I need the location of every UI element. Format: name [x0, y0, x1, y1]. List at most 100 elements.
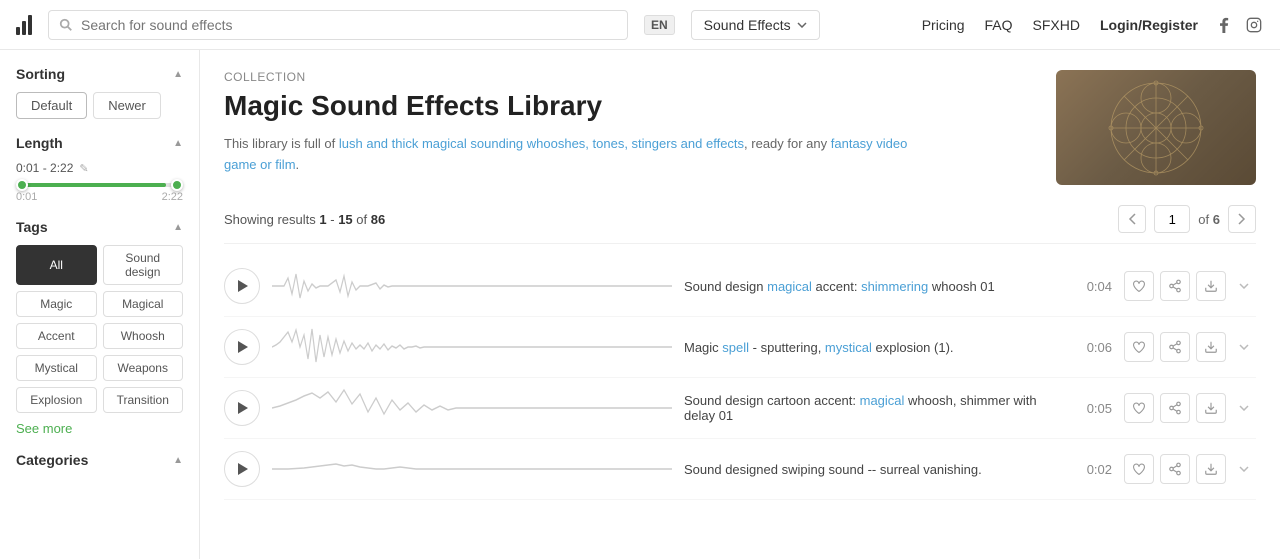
logo-bar-3 [28, 15, 32, 35]
slider-fill [16, 183, 166, 187]
page-of-text: of 6 [1198, 212, 1220, 227]
search-box[interactable] [48, 10, 628, 40]
categories-header[interactable]: Categories ▲ [16, 452, 183, 468]
highlight-mystical-2: mystical [825, 340, 872, 355]
tag-accent[interactable]: Accent [16, 323, 97, 349]
chevron-down-icon [797, 22, 807, 28]
favorite-button-2[interactable] [1124, 332, 1154, 362]
search-icon [59, 18, 73, 32]
header: EN Sound Effects Pricing FAQ SFXHD Login… [0, 0, 1280, 50]
tags-header[interactable]: Tags ▲ [16, 219, 183, 235]
tag-magical[interactable]: Magical [103, 291, 184, 317]
sound-actions-4 [1124, 454, 1256, 484]
sorting-header[interactable]: Sorting ▲ [16, 66, 183, 82]
waveform-4 [272, 449, 672, 489]
download-button-4[interactable] [1196, 454, 1226, 484]
nav-links: Pricing FAQ SFXHD Login/Register [922, 17, 1198, 33]
sound-actions-1 [1124, 271, 1256, 301]
sfxhd-link[interactable]: SFXHD [1033, 17, 1080, 33]
slider-max-label: 2:22 [162, 191, 183, 203]
search-input[interactable] [81, 17, 617, 33]
length-edit-icon[interactable]: ✎ [79, 162, 88, 175]
play-button-3[interactable] [224, 390, 260, 426]
play-button-2[interactable] [224, 329, 260, 365]
prev-page-button[interactable] [1118, 205, 1146, 233]
tag-transition[interactable]: Transition [103, 387, 184, 413]
play-button-4[interactable] [224, 451, 260, 487]
highlight-spell-2: spell [722, 340, 749, 355]
favorite-button-1[interactable] [1124, 271, 1154, 301]
download-button-3[interactable] [1196, 393, 1226, 423]
play-button-1[interactable] [224, 268, 260, 304]
logo-bar-2 [22, 21, 26, 35]
collection-label: Collection [224, 70, 1032, 84]
tag-mystical[interactable]: Mystical [16, 355, 97, 381]
sound-actions-3 [1124, 393, 1256, 423]
lang-badge[interactable]: EN [644, 15, 675, 35]
share-button-4[interactable] [1160, 454, 1190, 484]
categories-title: Categories [16, 452, 88, 468]
favorite-button-4[interactable] [1124, 454, 1154, 484]
slider-thumb-left[interactable] [16, 179, 28, 191]
sound-effects-label: Sound Effects [704, 17, 791, 33]
expand-button-2[interactable] [1232, 335, 1256, 359]
collection-image-inner [1056, 70, 1256, 185]
pagination: of 6 [1118, 205, 1256, 233]
sound-row-3: Sound design cartoon accent: magical who… [224, 378, 1256, 439]
faq-link[interactable]: FAQ [985, 17, 1013, 33]
chevron-left-icon [1128, 213, 1136, 225]
share-button-1[interactable] [1160, 271, 1190, 301]
tag-weapons[interactable]: Weapons [103, 355, 184, 381]
tag-explosion[interactable]: Explosion [16, 387, 97, 413]
collection-description: This library is full of lush and thick m… [224, 134, 924, 176]
sound-effects-button[interactable]: Sound Effects [691, 10, 820, 40]
length-header[interactable]: Length ▲ [16, 135, 183, 151]
see-more-link[interactable]: See more [16, 421, 183, 436]
logo-icon [16, 15, 32, 35]
chevron-expand-icon-2 [1239, 344, 1249, 350]
download-button-1[interactable] [1196, 271, 1226, 301]
results-bar: Showing results 1 - 15 of 86 of 6 [224, 205, 1256, 244]
sound-row-2: Magic spell - sputtering, mystical explo… [224, 317, 1256, 378]
download-icon-4 [1204, 462, 1218, 476]
tag-sound-design[interactable]: Sound design [103, 245, 184, 285]
play-icon-2 [238, 341, 248, 353]
share-button-2[interactable] [1160, 332, 1190, 362]
page-input[interactable] [1154, 205, 1190, 233]
slider-thumb-right[interactable] [171, 179, 183, 191]
share-button-3[interactable] [1160, 393, 1190, 423]
heart-icon-3 [1132, 402, 1146, 414]
length-title: Length [16, 135, 63, 151]
collection-title: Magic Sound Effects Library [224, 90, 1032, 122]
collection-info: Collection Magic Sound Effects Library T… [224, 70, 1032, 185]
pricing-link[interactable]: Pricing [922, 17, 965, 33]
facebook-icon[interactable] [1214, 15, 1234, 35]
expand-button-3[interactable] [1232, 396, 1256, 420]
length-slider[interactable] [16, 183, 183, 187]
tag-all[interactable]: All [16, 245, 97, 285]
sort-newer-button[interactable]: Newer [93, 92, 161, 119]
waveform-2 [272, 327, 672, 367]
results-range-start: 1 [319, 212, 326, 227]
sort-default-button[interactable]: Default [16, 92, 87, 119]
sort-buttons: Default Newer [16, 92, 183, 119]
instagram-icon[interactable] [1244, 15, 1264, 35]
geometric-pattern-icon [1106, 78, 1206, 178]
sound-duration-1: 0:04 [1076, 279, 1112, 294]
desc-link-1[interactable]: lush and thick magical sounding whooshes… [339, 136, 744, 151]
sorting-section: Sorting ▲ Default Newer [16, 66, 183, 119]
sound-name-3: Sound design cartoon accent: magical who… [684, 393, 1064, 423]
favorite-button-3[interactable] [1124, 393, 1154, 423]
tag-magic[interactable]: Magic [16, 291, 97, 317]
sound-row: Sound design magical accent: shimmering … [224, 256, 1256, 317]
sound-duration-4: 0:02 [1076, 462, 1112, 477]
collection-image [1056, 70, 1256, 185]
length-range-text: 0:01 - 2:22 [16, 161, 73, 175]
tag-whoosh[interactable]: Whoosh [103, 323, 184, 349]
expand-button-1[interactable] [1232, 274, 1256, 298]
download-button-2[interactable] [1196, 332, 1226, 362]
expand-button-4[interactable] [1232, 457, 1256, 481]
login-link[interactable]: Login/Register [1100, 17, 1198, 33]
next-page-button[interactable] [1228, 205, 1256, 233]
highlight-shimmering-1: shimmering [861, 279, 928, 294]
